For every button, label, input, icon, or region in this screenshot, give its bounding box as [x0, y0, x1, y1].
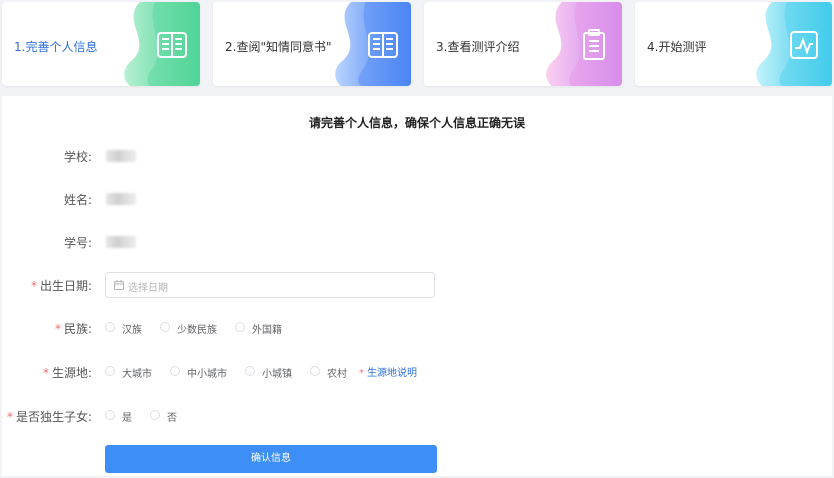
step-3-card[interactable]: 3.查看测评介绍	[424, 2, 622, 86]
step-4-card[interactable]: 4.开始测评	[635, 2, 832, 86]
school-label: 学校:	[63, 150, 92, 164]
step-1-card[interactable]: 1.完善个人信息	[2, 2, 200, 86]
step-4-label: 4.开始测评	[647, 40, 707, 54]
ethnicity-row: * 民族: 汉族 少数民族 外国籍	[54, 322, 282, 336]
student-id-value-redacted	[106, 236, 136, 248]
chart-line-icon	[786, 27, 822, 63]
origin-info-link[interactable]: * 生源地说明	[359, 364, 417, 379]
school-value-redacted	[106, 150, 136, 162]
book-icon	[365, 27, 401, 63]
radio-circle[interactable]	[150, 410, 160, 420]
birthdate-label: * 出生日期:	[30, 279, 92, 293]
required-mark: *	[30, 279, 37, 293]
birthdate-placeholder: 选择日期	[128, 283, 168, 294]
origin-row: * 生源地: 大城市 中小城市 小城镇 农村 * 生源地说明	[42, 364, 417, 380]
radio-circle[interactable]	[170, 366, 180, 376]
step-2-label: 2.查阅"知情同意书"	[225, 40, 332, 54]
personal-info-form: 请完善个人信息，确保个人信息正确无误 学校: 姓名: 学号: * 出生日期: 选择…	[2, 96, 832, 476]
ethnicity-label: * 民族:	[54, 322, 92, 336]
radio-circle[interactable]	[160, 322, 170, 332]
book-icon	[154, 27, 190, 63]
radio-circle[interactable]	[245, 366, 255, 376]
only-child-label: * 是否独生子女:	[6, 410, 92, 424]
birthdate-picker[interactable]: 选择日期	[105, 272, 435, 298]
birthdate-row: * 出生日期: 选择日期	[2, 272, 832, 298]
step-1-label: 1.完善个人信息	[14, 40, 98, 54]
step-2-card[interactable]: 2.查阅"知情同意书"	[213, 2, 411, 86]
only-child-row: * 是否独生子女: 是 否	[6, 410, 177, 424]
student-id-row: 学号:	[2, 230, 832, 254]
clipboard-icon	[576, 27, 612, 63]
origin-label: * 生源地:	[42, 366, 92, 380]
form-title: 请完善个人信息，确保个人信息正确无误	[308, 116, 525, 130]
name-label: 姓名:	[63, 193, 92, 207]
radio-circle[interactable]	[105, 322, 115, 332]
student-id-label: 学号:	[63, 236, 92, 250]
radio-circle[interactable]	[235, 322, 245, 332]
school-row: 学校:	[2, 144, 832, 168]
radio-circle[interactable]	[105, 410, 115, 420]
radio-circle[interactable]	[310, 366, 320, 376]
name-row: 姓名:	[2, 187, 832, 211]
step-3-label: 3.查看测评介绍	[436, 40, 520, 54]
name-value-redacted	[106, 193, 136, 205]
radio-circle[interactable]	[105, 366, 115, 376]
confirm-info-button[interactable]: 确认信息	[105, 445, 437, 473]
calendar-icon	[114, 280, 124, 290]
step-progress-bar: 1.完善个人信息 2.查阅"知情同意书" 3.查看测评介绍 4.开始测评	[0, 0, 834, 92]
